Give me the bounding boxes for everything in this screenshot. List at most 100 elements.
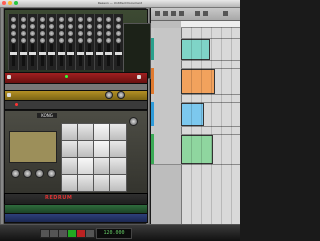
sequencer-track[interactable] xyxy=(151,38,240,61)
mixer-knob[interactable] xyxy=(20,17,26,22)
mixer-knob[interactable] xyxy=(96,17,102,22)
mixer-knob[interactable] xyxy=(58,17,64,22)
fader-handle[interactable] xyxy=(105,52,112,55)
drum-pad[interactable] xyxy=(109,140,127,158)
mixer-knob[interactable] xyxy=(39,17,45,22)
mixer-knob[interactable] xyxy=(49,24,54,29)
track-header[interactable] xyxy=(151,126,181,134)
mixer-knob[interactable] xyxy=(96,38,102,43)
mixer-knob[interactable] xyxy=(49,38,54,43)
mixer-knob[interactable] xyxy=(30,24,35,29)
mixer-knob[interactable] xyxy=(87,17,92,22)
mixer-knob[interactable] xyxy=(49,31,54,36)
fader-handle[interactable] xyxy=(48,52,55,55)
loop-button[interactable] xyxy=(85,229,95,238)
zoom-window-button[interactable] xyxy=(14,1,18,5)
device-fold-button[interactable] xyxy=(7,93,11,97)
sequencer-track[interactable] xyxy=(151,102,240,127)
mixer-knob[interactable] xyxy=(115,24,121,29)
mixer-knob[interactable] xyxy=(39,24,45,29)
mixer-knob[interactable] xyxy=(68,17,73,22)
fader-handle[interactable] xyxy=(57,52,65,55)
track-header[interactable] xyxy=(151,68,181,94)
track-header[interactable] xyxy=(151,94,181,102)
sequencer-clip[interactable] xyxy=(181,135,213,164)
close-window-button[interactable] xyxy=(2,1,6,5)
fader-handle[interactable] xyxy=(95,52,103,55)
track-header[interactable] xyxy=(151,102,181,126)
mixer-knob[interactable] xyxy=(20,24,26,29)
mixer-knob[interactable] xyxy=(115,38,121,43)
select-tool-icon[interactable] xyxy=(155,11,160,16)
eraser-tool-icon[interactable] xyxy=(171,11,176,16)
pencil-tool-icon[interactable] xyxy=(163,11,168,16)
drum-pad[interactable] xyxy=(109,157,127,175)
mixer-knob[interactable] xyxy=(30,31,35,36)
fader-handle[interactable] xyxy=(10,52,17,55)
drum-pad[interactable] xyxy=(109,123,127,141)
track-header[interactable] xyxy=(151,28,181,38)
mixer-knob[interactable] xyxy=(49,17,54,22)
mixer-knob[interactable] xyxy=(115,17,121,22)
mixer-knob[interactable] xyxy=(39,38,45,43)
kong-knob[interactable] xyxy=(23,169,32,178)
fader-handle[interactable] xyxy=(76,52,84,55)
kong-knob[interactable] xyxy=(11,169,20,178)
mixer-knob[interactable] xyxy=(68,31,73,36)
kong-knob[interactable] xyxy=(35,169,44,178)
tempo-display[interactable]: 120.000 xyxy=(96,228,132,239)
kong-knob[interactable] xyxy=(47,169,56,178)
fader-handle[interactable] xyxy=(86,52,93,55)
mixer-knob[interactable] xyxy=(30,38,35,43)
fader-handle[interactable] xyxy=(67,52,74,55)
mixer-knob[interactable] xyxy=(77,24,83,29)
track-header[interactable] xyxy=(151,38,181,60)
mixer-knob[interactable] xyxy=(87,31,92,36)
mixer-knob[interactable] xyxy=(106,31,111,36)
mixer-knob[interactable] xyxy=(77,17,83,22)
mixer-knob[interactable] xyxy=(30,17,35,22)
mixer-knob[interactable] xyxy=(20,31,26,36)
fader-handle[interactable] xyxy=(29,52,36,55)
drum-pad[interactable] xyxy=(109,174,127,192)
mixer-knob[interactable] xyxy=(87,24,92,29)
hand-tool-icon[interactable] xyxy=(203,11,208,16)
fader-handle[interactable] xyxy=(38,52,46,55)
device-fold-button[interactable] xyxy=(7,75,11,79)
fader-handle[interactable] xyxy=(114,52,122,55)
mixer-knob[interactable] xyxy=(77,38,83,43)
mixer-knob[interactable] xyxy=(77,31,83,36)
mixer-knob[interactable] xyxy=(11,17,16,22)
mixer-knob[interactable] xyxy=(106,38,111,43)
snap-icon[interactable] xyxy=(223,11,228,16)
mixer-knob[interactable] xyxy=(58,24,64,29)
utility-device[interactable] xyxy=(4,100,148,110)
mixer-knob[interactable] xyxy=(106,24,111,29)
mixer-knob[interactable] xyxy=(20,38,26,43)
mixer-knob[interactable] xyxy=(68,38,73,43)
minimize-window-button[interactable] xyxy=(8,1,12,5)
mixer-knob[interactable] xyxy=(39,31,45,36)
device-bypass-button[interactable] xyxy=(137,75,141,79)
mixer-knob[interactable] xyxy=(11,24,16,29)
mixer-knob[interactable] xyxy=(115,31,121,36)
mixer-knob[interactable] xyxy=(58,38,64,43)
blue-device[interactable] xyxy=(4,213,148,223)
mixer-knob[interactable] xyxy=(106,17,111,22)
kong-master-knob[interactable] xyxy=(129,117,138,126)
mixer-knob[interactable] xyxy=(11,38,16,43)
track-header[interactable] xyxy=(151,134,181,164)
mixer-knob[interactable] xyxy=(58,31,64,36)
sequencer-clip[interactable] xyxy=(181,39,210,60)
razor-tool-icon[interactable] xyxy=(179,11,184,16)
track-header[interactable] xyxy=(151,60,181,68)
mixer-knob[interactable] xyxy=(11,31,16,36)
sequencer-track[interactable] xyxy=(151,134,240,165)
window-title-bar[interactable]: Reason — Untitled Document xyxy=(0,0,240,8)
sequencer-track[interactable] xyxy=(151,68,240,95)
compressor-knob[interactable] xyxy=(105,91,113,99)
mixer-knob[interactable] xyxy=(87,38,92,43)
fader-handle[interactable] xyxy=(19,52,27,55)
mixer-knob[interactable] xyxy=(68,24,73,29)
mixer-knob[interactable] xyxy=(96,24,102,29)
